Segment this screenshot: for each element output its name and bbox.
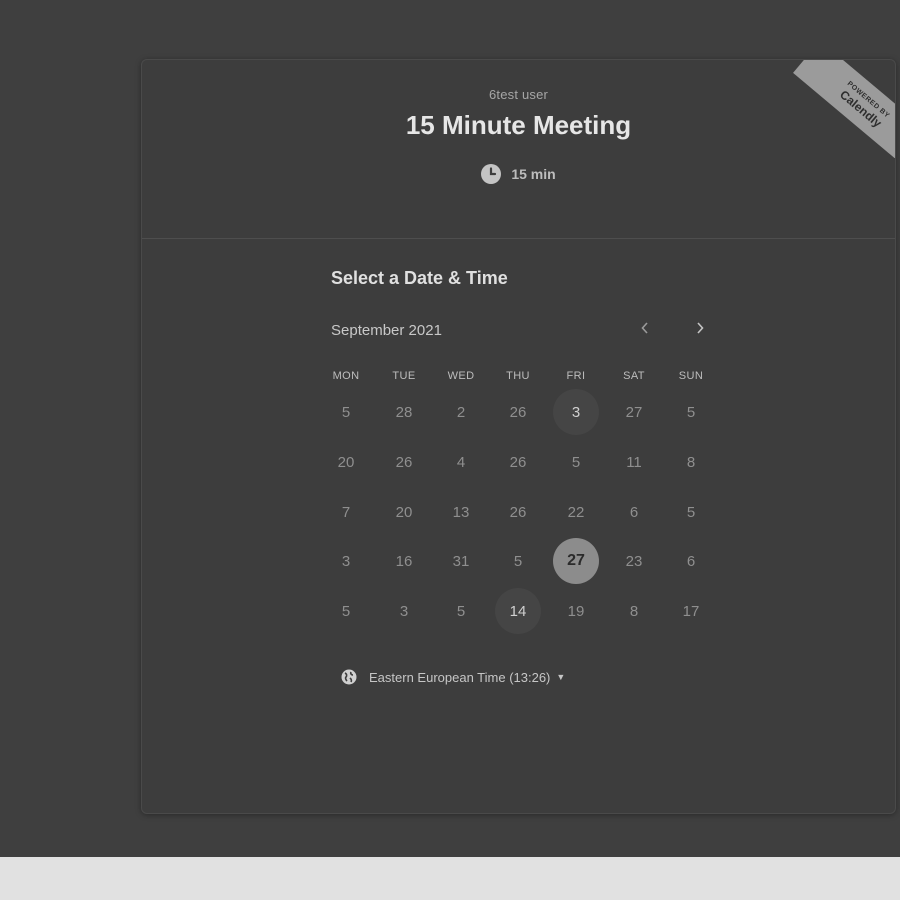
calendar-day: 17 bbox=[682, 602, 700, 620]
calendar-day: 7 bbox=[341, 503, 351, 521]
weekday-tue: TUE bbox=[392, 370, 416, 382]
weekday-thu: THU bbox=[506, 370, 530, 382]
calendar-day: 26 bbox=[509, 503, 527, 521]
weekday-mon: MON bbox=[332, 370, 360, 382]
calendar-day: 5 bbox=[513, 552, 523, 570]
booking-card: 6test user 15 Minute Meeting 15 min POWE… bbox=[141, 59, 896, 814]
calendar-day: 6 bbox=[629, 503, 639, 521]
powered-by-ribbon[interactable]: POWERED BY Calendly bbox=[777, 60, 895, 158]
calendar-day: 8 bbox=[629, 602, 639, 620]
calendar-day: 5 bbox=[686, 403, 696, 421]
next-month-button[interactable] bbox=[685, 315, 715, 345]
timezone-selector[interactable]: Eastern European Time (13:26) ▼ bbox=[341, 669, 565, 685]
calendar-day: 5 bbox=[686, 503, 696, 521]
calendar-day[interactable]: 3 bbox=[553, 389, 599, 435]
calendar-day: 5 bbox=[571, 453, 581, 471]
prev-month-button[interactable] bbox=[630, 315, 660, 345]
calendar-day: 20 bbox=[395, 503, 413, 521]
calendar-day: 26 bbox=[395, 453, 413, 471]
weekday-wed: WED bbox=[447, 370, 475, 382]
calendar-day: 26 bbox=[509, 403, 527, 421]
weekday-fri: FRI bbox=[566, 370, 586, 382]
section-title: Select a Date & Time bbox=[331, 268, 508, 288]
calendar-day: 28 bbox=[395, 403, 413, 421]
calendar-day: 5 bbox=[456, 602, 466, 620]
caret-down-icon: ▼ bbox=[556, 672, 566, 682]
timezone-label: Eastern European Time (13:26) bbox=[369, 669, 551, 685]
weekday-sun: SUN bbox=[678, 370, 704, 382]
calendar-day: 6 bbox=[686, 552, 696, 570]
globe-icon bbox=[341, 669, 357, 685]
calendar-day: 31 bbox=[452, 552, 470, 570]
calendar-day: 20 bbox=[337, 453, 355, 471]
calendar-day: 13 bbox=[452, 503, 470, 521]
calendar-day: 8 bbox=[686, 453, 696, 471]
calendar-day: 16 bbox=[395, 552, 413, 570]
ribbon-band: POWERED BY Calendly bbox=[793, 60, 895, 158]
calendar-day: 4 bbox=[456, 453, 466, 471]
calendar-day: 3 bbox=[341, 552, 351, 570]
event-duration: 15 min bbox=[142, 164, 895, 184]
calendar-day[interactable]: 14 bbox=[495, 588, 541, 634]
calendar-day: 19 bbox=[567, 602, 585, 620]
calendar-day-selected[interactable]: 27 bbox=[553, 538, 599, 584]
chevron-right-icon bbox=[695, 321, 705, 340]
calendar-day: 3 bbox=[399, 602, 409, 620]
month-label: September 2021 bbox=[331, 322, 442, 339]
weekday-sat: SAT bbox=[623, 370, 645, 382]
duration-label: 15 min bbox=[511, 166, 556, 182]
calendar-day: 26 bbox=[509, 453, 527, 471]
calendar-day: 5 bbox=[341, 403, 351, 421]
clock-icon bbox=[481, 164, 502, 184]
calendar-day: 22 bbox=[567, 503, 585, 521]
page-footer-band bbox=[0, 857, 900, 900]
calendar-day: 23 bbox=[625, 552, 643, 570]
calendar-day: 2 bbox=[456, 403, 466, 421]
chevron-left-icon bbox=[640, 321, 650, 340]
calendar-day: 27 bbox=[625, 403, 643, 421]
calendar-day: 5 bbox=[341, 602, 351, 620]
calendar-day: 11 bbox=[626, 453, 642, 471]
